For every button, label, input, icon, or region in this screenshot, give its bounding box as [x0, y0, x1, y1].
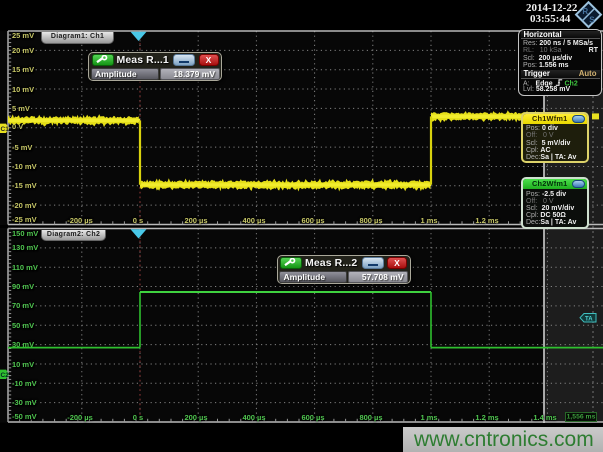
svg-text:C2: C2	[1, 372, 10, 379]
svg-text:R: R	[582, 7, 588, 16]
svg-text:C1: C1	[1, 126, 10, 133]
svg-text:TA: TA	[585, 317, 593, 323]
svg-text:S: S	[589, 15, 595, 24]
